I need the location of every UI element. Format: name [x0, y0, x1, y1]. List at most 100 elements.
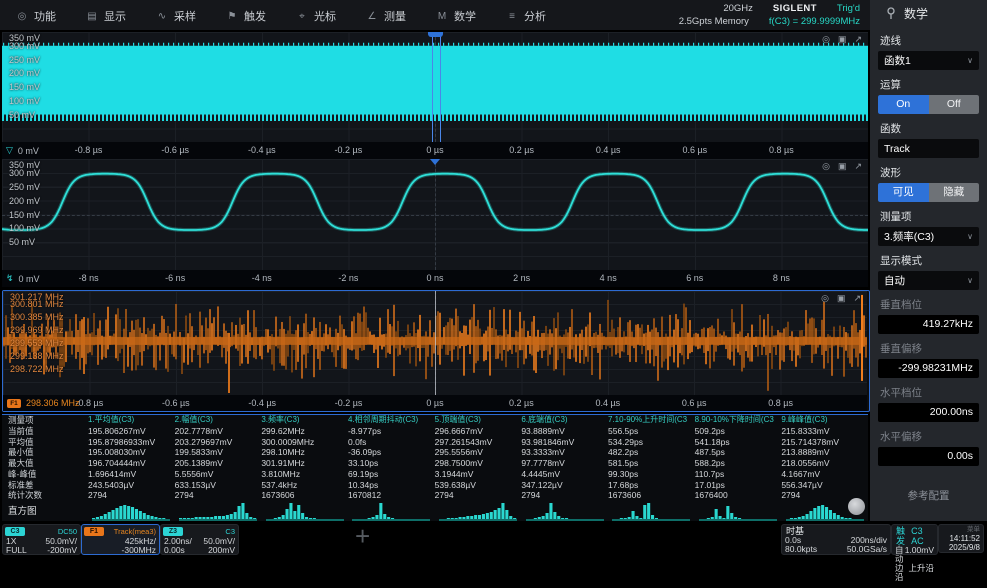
x-tick-label: -8 ns [78, 273, 99, 283]
menu-item-trigger[interactable]: ⚑ 触发 [226, 8, 266, 24]
menu-item-measure[interactable]: ∠ 测量 [366, 8, 406, 24]
clock-box[interactable]: 菜单 14:11:52 2025/9/8 [938, 524, 984, 553]
vertical-offset-value[interactable]: -299.98231MHz [878, 359, 979, 378]
plot-main-timeline[interactable]: ◎ ▣ ↗ 350 mV 300 mV 250 mV 200 mV 150 mV 100 … [2, 32, 868, 142]
sidebar-label-display-mode: 显示模式 [880, 255, 922, 267]
table-cell: 17.01ps [694, 479, 725, 490]
table-cell: 541.18ps [694, 436, 730, 447]
row-label: 最小值 [8, 447, 34, 458]
trigger-mode: 自动 [895, 545, 904, 564]
c3-coupling: DC50 [57, 527, 77, 536]
table-cell: 10.34ps [347, 479, 379, 490]
row-label: 标准差 [8, 479, 34, 490]
operation-toggle-on[interactable]: On [878, 95, 929, 114]
histogram-row-label: 直方图 [8, 506, 37, 517]
table-cell: 534.29ps [607, 436, 643, 447]
table-cell: 301.91MHz [261, 458, 305, 468]
operation-toggle[interactable]: On Off [878, 95, 979, 114]
y-tick-label: 300 mV [9, 167, 41, 178]
channel-c3-box[interactable]: C3 DC50 1X 50.0mV/ FULL -200mV [2, 524, 81, 555]
table-column-header: 3.频率(C3) [261, 415, 300, 424]
horizontal-offset-value[interactable]: 0.00s [878, 447, 979, 466]
popout-icon[interactable]: ↗ [853, 293, 861, 303]
menu-item-label: 功能 [34, 11, 56, 23]
popout-icon[interactable]: ↗ [854, 161, 862, 171]
sidebar-label-operation: 运算 [880, 79, 901, 91]
display-mode-dropdown[interactable]: 自动 ∨ [878, 271, 979, 290]
expand-icon[interactable]: ▣ [838, 34, 847, 44]
sidebar-label-function: 函数 [880, 123, 901, 135]
time-cursor-line[interactable] [435, 291, 436, 395]
menu-item-analysis[interactable]: ≡ 分析 [506, 8, 546, 24]
status-cluster: 20GHz SIGLENT Trig'd 2.5Gpts Memory f(C3… [679, 2, 860, 28]
waveform-toggle[interactable]: 可见 隐藏 [878, 183, 979, 202]
y-tick-label: 299.138 MHz [10, 351, 64, 361]
horizontal-scale-value[interactable]: 200.00ns [878, 403, 979, 422]
zoom-window-left-edge[interactable] [432, 32, 433, 142]
scroll-knob[interactable] [848, 498, 865, 515]
y-tick-label: 150 mV [9, 82, 41, 92]
memory-depth-label: 2.5Gpts Memory [678, 16, 749, 27]
y-tick-label: 299.969 MHz [10, 325, 64, 335]
table-column-header: 9.峰峰值(C3) [781, 415, 828, 424]
y-tick-label: 100 mV [9, 95, 41, 106]
measurement-statistics-table: 测量项 1.平均值(C3) 2.幅值(C3) 3.频率(C3) 4.相邻周期抖动(C3)… [2, 414, 868, 501]
mini-histogram-1 [88, 502, 175, 521]
x-tick-label: 8 ns [772, 273, 790, 283]
popout-icon[interactable]: ↗ [854, 34, 862, 44]
pin-icon[interactable] [886, 6, 896, 20]
zoom-trace-marker[interactable]: ↯ [6, 273, 14, 284]
table-cell: 300.0009MHz [261, 436, 315, 447]
table-row: 当前值 195.806267mV 202.7778mV 299.62MHz -8.977… [2, 426, 868, 437]
vertical-scale-value[interactable]: 419.27kHz [878, 315, 979, 334]
sidebar-section-vertical-scale: 垂直档位 419.27kHz [870, 297, 987, 334]
zoom-z3-box[interactable]: Z3 C3 2.00ns/ 50.0mV/ 0.00s 200mV [160, 524, 239, 555]
settings-icon[interactable]: ◎ [822, 34, 830, 44]
trigger-box[interactable]: 触发 C3 AC 自动 1.00mV 边沿 上升沿 [891, 524, 938, 582]
waveform-toggle-on[interactable]: 可见 [878, 183, 929, 202]
trigger-position-marker[interactable] [430, 159, 440, 165]
menu-item-acquire[interactable]: ∿ 采样 [156, 8, 196, 24]
f1-trace-badge[interactable]: F1 [7, 398, 21, 408]
operation-toggle-off[interactable]: Off [928, 95, 979, 114]
y-tick-label: 298.722 MHz [10, 364, 64, 374]
zoom-window-right-edge[interactable] [440, 32, 441, 142]
c3-badge: C3 [5, 527, 25, 536]
menu-item-display[interactable]: ▤ 显示 [86, 8, 126, 24]
table-cell: 3.1944mV [434, 468, 474, 479]
panel-toolbar: ◎ ▣ ↗ [822, 161, 862, 171]
add-trace-button[interactable]: + [355, 521, 370, 552]
table-row: 最大值 196.704444mV 205.1389mV 301.91MHz 33.10p… [2, 458, 868, 469]
menu-item-cursor[interactable]: ⌖ 光标 [296, 8, 336, 24]
zoom-window-handle[interactable] [428, 32, 443, 37]
table-cell: 487.5ps [694, 447, 725, 458]
channel-offset-marker[interactable]: ▽ [6, 145, 13, 156]
table-row: 峰-峰值 1.696414mV 5.5556mV 3.810MHz 69.19ps 3.1… [2, 469, 868, 480]
x-tick-label: -0.4 µs [247, 145, 276, 155]
trace-dropdown[interactable]: 函数1 ∨ [878, 51, 979, 70]
measure-item-dropdown[interactable]: 3.频率(C3) ∨ [878, 227, 979, 246]
settings-icon[interactable]: ◎ [821, 293, 829, 303]
waveform-toggle-off[interactable]: 隐藏 [928, 183, 979, 202]
brand-logo: SIGLENT [772, 3, 817, 14]
function-f1-box[interactable]: F1 Track(mea3) 425kHz/ -300MHz [81, 524, 160, 555]
table-cell: 5.5556mV [174, 468, 214, 479]
function-input[interactable]: Track [878, 139, 979, 158]
reference-config-button[interactable]: 参考配置 [870, 488, 987, 503]
menu-item-utility[interactable]: ◎ 功能 [16, 8, 56, 24]
table-row: 最小值 195.008030mV 199.5833mV 298.10MHz -36.09… [2, 447, 868, 458]
z3-voffset: 200mV [208, 545, 235, 555]
sidebar-label-measure-item: 测量项 [880, 211, 912, 223]
table-cell: 99.30ps [607, 468, 639, 479]
expand-icon[interactable]: ▣ [837, 293, 846, 303]
x-tick-label: 0.6 µs [682, 145, 708, 155]
table-cell: 69.19ps [347, 468, 379, 479]
menu-item-math[interactable]: M 数学 [436, 8, 476, 24]
table-cell: 347.122µV [521, 479, 563, 490]
plot-zoom-trace[interactable]: ◎ ▣ ↗ 350 mV 300 mV 250 mV 200 mV 150 mV 100 … [2, 159, 868, 270]
plot-track-function[interactable]: ◎ ▣ ↗ 301.217 MHz 300.801 MHz 300.385 MHz 2… [3, 291, 867, 395]
expand-icon[interactable]: ▣ [838, 161, 847, 171]
settings-icon[interactable]: ◎ [822, 161, 830, 171]
timebase-box[interactable]: 时基 0.0s 200ns/div 80.0kpts 50.0GSa/s [781, 524, 891, 555]
trigger-level: 1.00mV [904, 545, 934, 555]
